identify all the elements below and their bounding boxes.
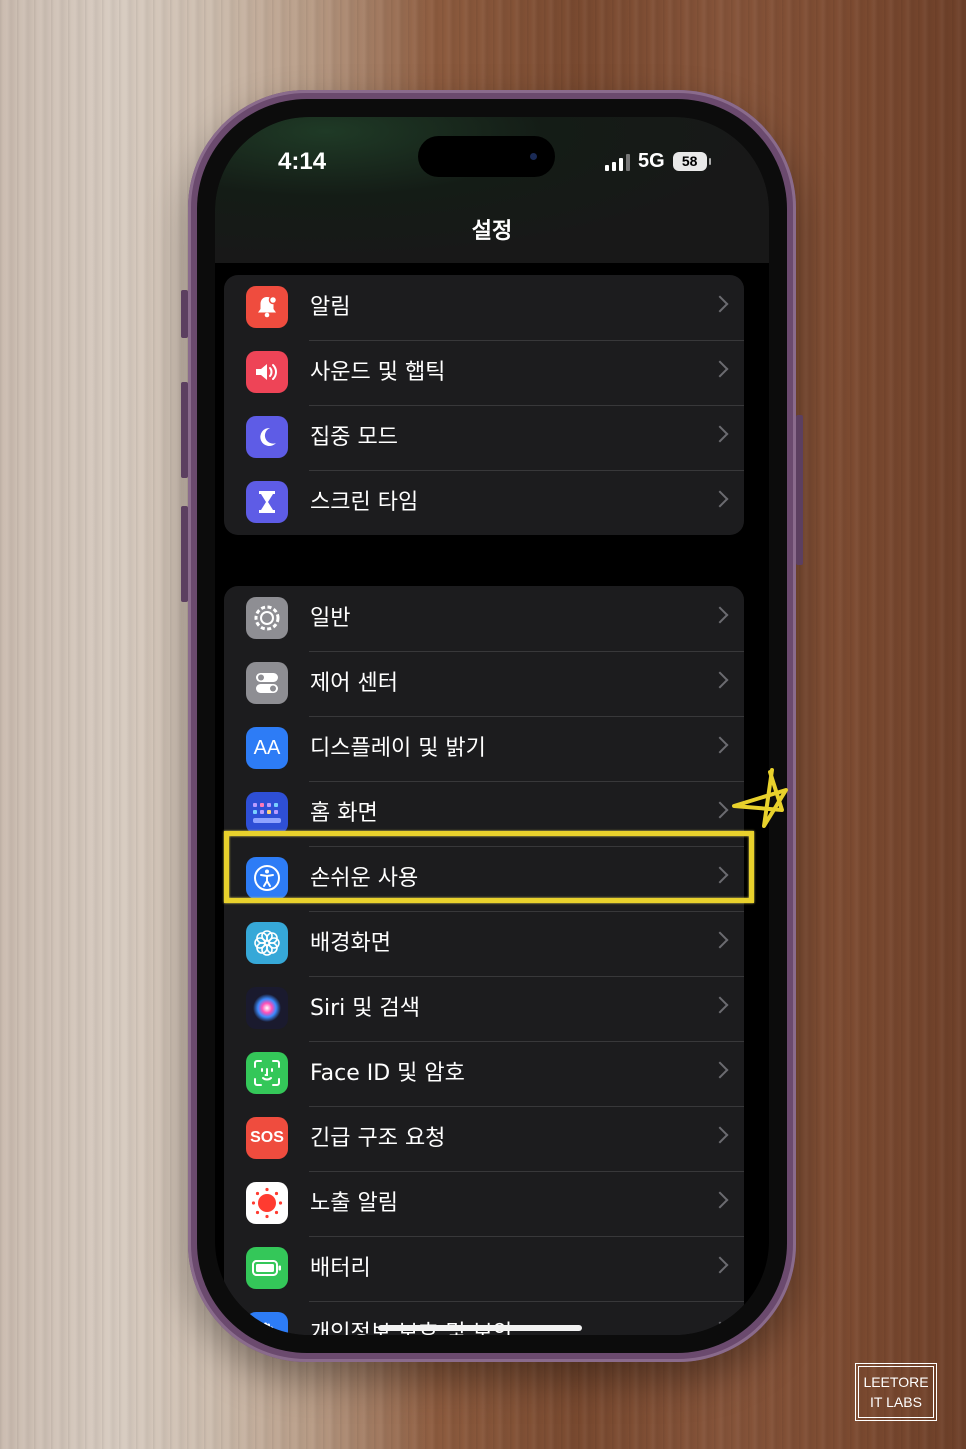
gear-icon — [246, 597, 288, 639]
settings-item-wallpaper[interactable]: 배경화면 — [224, 911, 744, 976]
watermark-line2: IT LABS — [870, 1394, 922, 1410]
chevron-right-icon — [711, 1126, 729, 1144]
signal-icon — [605, 153, 630, 171]
flower-icon — [246, 922, 288, 964]
settings-item-label: 스크린 타임 — [310, 490, 419, 515]
chevron-right-icon — [711, 1321, 729, 1335]
speaker-icon — [246, 351, 288, 393]
moon-icon — [246, 416, 288, 458]
hand-icon — [246, 1312, 288, 1335]
settings-item-exposure[interactable]: 노출 알림 — [224, 1171, 744, 1236]
settings-item-label: 디스플레이 및 밝기 — [310, 736, 486, 761]
dynamic-island — [418, 136, 555, 177]
settings-item-label: 사운드 및 햅틱 — [310, 360, 446, 385]
highlight-box — [224, 831, 754, 903]
volume-down-button — [181, 506, 188, 602]
chevron-right-icon — [711, 425, 729, 443]
chevron-right-icon — [711, 671, 729, 689]
settings-item-siri[interactable]: Siri 및 검색 — [224, 976, 744, 1041]
camera-icon — [530, 153, 537, 160]
action-button — [181, 290, 188, 338]
chevron-right-icon — [711, 295, 729, 313]
star-annotation-icon — [732, 768, 788, 828]
siri-icon — [246, 987, 288, 1029]
settings-item-emergency-sos[interactable]: SOS 긴급 구조 요청 — [224, 1106, 744, 1171]
settings-item-display[interactable]: AA 디스플레이 및 밝기 — [224, 716, 744, 781]
home-indicator[interactable] — [378, 1325, 582, 1331]
toggles-icon — [246, 662, 288, 704]
chevron-right-icon — [711, 490, 729, 508]
settings-group-2: 일반 제어 센터 AA 디스플레이 및 밝기 홈 화면 손쉬운 사용 배경화면 … — [224, 586, 744, 1335]
phone-frame: 4:14 5G 58 설정 알림 사운드 및 햅틱 집중 모드 스크린 타임 일… — [181, 90, 803, 1362]
settings-item-label: 알림 — [310, 295, 351, 320]
settings-item-sounds[interactable]: 사운드 및 햅틱 — [224, 340, 744, 405]
chevron-right-icon — [711, 996, 729, 1014]
chevron-right-icon — [711, 1061, 729, 1079]
settings-item-label: 집중 모드 — [310, 425, 398, 450]
chevron-right-icon — [711, 736, 729, 754]
bell-icon — [246, 286, 288, 328]
chevron-right-icon — [711, 801, 729, 819]
settings-item-label: Siri 및 검색 — [310, 996, 420, 1021]
home-grid-icon — [246, 792, 288, 834]
settings-item-label: 배경화면 — [310, 931, 391, 956]
face-id-icon — [246, 1052, 288, 1094]
header: 4:14 5G 58 설정 — [215, 117, 769, 263]
volume-up-button — [181, 382, 188, 478]
chevron-right-icon — [711, 606, 729, 624]
chevron-right-icon — [711, 1191, 729, 1209]
side-button — [796, 415, 803, 565]
sos-icon: SOS — [246, 1117, 288, 1159]
page-title: 설정 — [471, 219, 513, 244]
settings-item-label: 제어 센터 — [310, 671, 398, 696]
settings-group-1: 알림 사운드 및 햅틱 집중 모드 스크린 타임 — [224, 275, 744, 535]
watermark-inner: LEETORE IT LABS — [858, 1366, 934, 1418]
chevron-right-icon — [711, 360, 729, 378]
settings-item-label: 노출 알림 — [310, 1191, 398, 1216]
settings-item-label: 긴급 구조 요청 — [310, 1126, 446, 1151]
text-size-icon: AA — [246, 727, 288, 769]
settings-item-screen-time[interactable]: 스크린 타임 — [224, 470, 744, 535]
status-indicators: 5G 58 — [605, 150, 711, 173]
settings-item-control-center[interactable]: 제어 센터 — [224, 651, 744, 716]
exposure-icon — [246, 1182, 288, 1224]
screen: 4:14 5G 58 설정 알림 사운드 및 햅틱 집중 모드 스크린 타임 일… — [215, 117, 769, 1335]
settings-item-battery[interactable]: 배터리 — [224, 1236, 744, 1301]
watermark-line1: LEETORE — [863, 1374, 929, 1390]
settings-item-notifications[interactable]: 알림 — [224, 275, 744, 340]
chevron-right-icon — [711, 931, 729, 949]
settings-item-label: 일반 — [310, 606, 351, 631]
settings-item-face-id[interactable]: Face ID 및 암호 — [224, 1041, 744, 1106]
status-time: 4:14 — [278, 148, 327, 175]
chevron-right-icon — [711, 1256, 729, 1274]
watermark-logo: LEETORE IT LABS — [855, 1363, 937, 1421]
settings-item-focus[interactable]: 집중 모드 — [224, 405, 744, 470]
settings-item-label: 배터리 — [310, 1256, 371, 1281]
network-label: 5G — [638, 150, 665, 172]
battery-indicator: 58 — [672, 152, 711, 171]
settings-item-general[interactable]: 일반 — [224, 586, 744, 651]
hourglass-icon — [246, 481, 288, 523]
phone-bezel: 4:14 5G 58 설정 알림 사운드 및 햅틱 집중 모드 스크린 타임 일… — [197, 99, 787, 1353]
battery-icon — [246, 1247, 288, 1289]
settings-item-label: Face ID 및 암호 — [310, 1061, 465, 1086]
